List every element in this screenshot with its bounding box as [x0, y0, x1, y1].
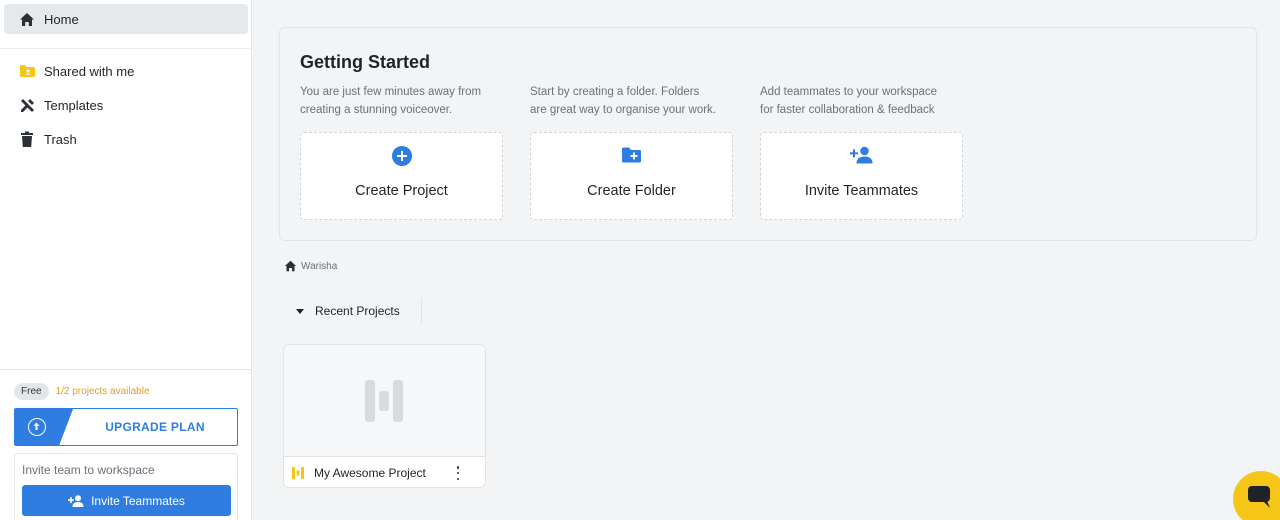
create-project-label: Create Project [355, 183, 448, 199]
project-placeholder-logo-icon [365, 380, 403, 422]
sidebar: Home Shared with me Templates Trash Free… [0, 0, 252, 520]
description-line: Add teammates to your workspace [760, 86, 938, 98]
sidebar-item-templates[interactable]: Templates [4, 90, 248, 120]
projects-available-text: 1/2 projects available [55, 386, 150, 397]
create-project-card[interactable]: Create Project [300, 132, 503, 220]
sidebar-divider [0, 48, 251, 49]
sidebar-item-trash[interactable]: Trash [4, 124, 248, 154]
project-card-footer: My Awesome Project [284, 458, 485, 487]
create-folder-description: Start by creating a folder. Folders are … [530, 83, 740, 119]
chat-launcher-button[interactable] [1233, 471, 1280, 520]
project-name: My Awesome Project [314, 466, 426, 480]
add-person-icon [68, 494, 84, 507]
sidebar-item-shared[interactable]: Shared with me [4, 56, 248, 86]
breadcrumb-workspace: Warisha [301, 260, 338, 272]
project-thumbnail [284, 345, 485, 457]
chat-icon [1248, 486, 1270, 508]
more-options-icon[interactable] [455, 466, 461, 480]
sidebar-divider [0, 369, 251, 370]
sidebar-item-label: Home [44, 11, 79, 27]
invite-teammates-label: Invite Teammates [91, 493, 185, 508]
templates-tools-icon [18, 96, 36, 114]
upgrade-icon-area [15, 409, 73, 445]
invite-teammates-label: Invite Teammates [804, 183, 919, 199]
description-line: You are just few minutes away from [300, 86, 482, 98]
invite-teammates-button[interactable]: Invite Teammates [22, 485, 231, 516]
plus-circle-icon [301, 146, 502, 166]
getting-started-panel: Getting Started You are just few minutes… [279, 27, 1257, 241]
description-line: creating a stunning voiceover. [300, 104, 453, 116]
plan-status: Free 1/2 projects available [14, 383, 150, 400]
upgrade-plan-label: UPGRADE PLAN [105, 420, 205, 434]
sidebar-item-label: Templates [44, 97, 104, 113]
home-icon [18, 10, 36, 28]
create-folder-card[interactable]: Create Folder [530, 132, 733, 220]
recent-projects-label: Recent Projects [315, 304, 400, 318]
folder-plus-icon [531, 146, 732, 166]
description-line: for faster collaboration & feedback [760, 104, 935, 116]
create-folder-label: Create Folder [587, 183, 676, 199]
sidebar-item-label: Trash [44, 131, 77, 147]
sidebar-item-label: Shared with me [44, 63, 135, 79]
sidebar-item-home[interactable]: Home [4, 4, 248, 34]
description-line: Start by creating a folder. Folders [530, 86, 700, 98]
project-logo-icon [292, 467, 304, 479]
add-person-icon [761, 146, 962, 166]
create-project-description: You are just few minutes away from creat… [300, 83, 510, 119]
upgrade-plan-button[interactable]: UPGRADE PLAN [14, 408, 238, 446]
project-card[interactable]: My Awesome Project [283, 344, 486, 488]
plan-badge: Free [14, 383, 49, 400]
getting-started-title: Getting Started [300, 52, 431, 72]
shared-folder-icon [18, 62, 36, 80]
caret-down-icon [296, 308, 304, 314]
invite-team-label: Invite team to workspace [22, 463, 155, 477]
upgrade-arrow-icon [28, 418, 46, 436]
invite-teammates-card[interactable]: Invite Teammates [760, 132, 963, 220]
description-line: are great way to organise your work. [530, 104, 717, 116]
home-icon [284, 260, 297, 272]
invite-teammates-description: Add teammates to your workspace for fast… [760, 83, 970, 119]
breadcrumb[interactable]: Warisha [284, 260, 337, 272]
invite-team-panel: Invite team to workspace Invite Teammate… [14, 453, 238, 520]
trash-icon [18, 130, 36, 148]
recent-projects-toggle[interactable]: Recent Projects [284, 298, 422, 324]
